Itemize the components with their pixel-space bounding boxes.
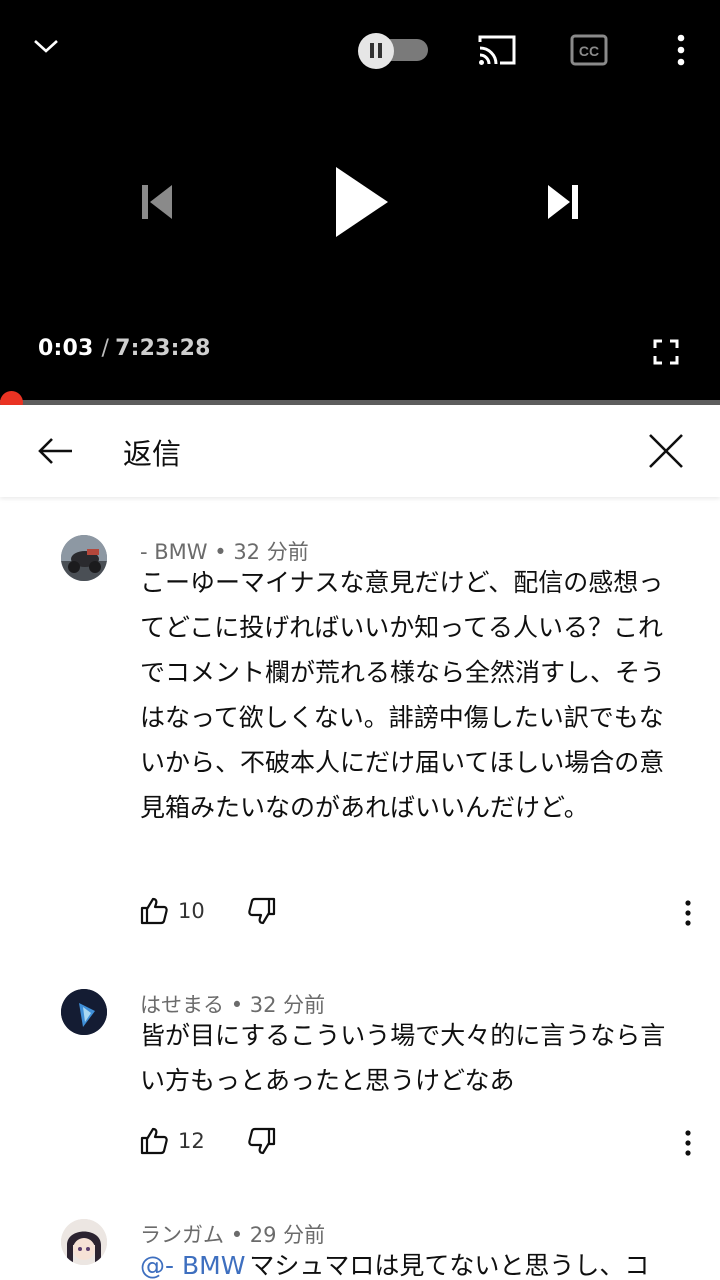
avatar[interactable]	[61, 989, 107, 1035]
skip-previous-icon[interactable]	[132, 178, 180, 226]
avatar[interactable]	[61, 535, 107, 581]
cast-icon[interactable]	[474, 30, 520, 70]
svg-text:CC: CC	[579, 43, 599, 59]
replies-title: 返信	[123, 437, 182, 471]
play-icon[interactable]	[324, 160, 396, 244]
current-time: 0:03	[38, 336, 94, 361]
video-player[interactable]: CC 0:03 /7:23:28	[0, 0, 720, 402]
more-vert-icon[interactable]	[668, 30, 694, 70]
comment-more-icon[interactable]	[678, 1127, 698, 1159]
comment-text: こーゆーマイナスな意見だけど、配信の感想ってどこに投げればいいか知ってる人いる？…	[140, 568, 666, 822]
like-count: 10	[178, 899, 205, 923]
fullscreen-icon[interactable]	[650, 336, 682, 368]
comment-text: @- BMW マシュマロは見てないと思うし、コ	[140, 1243, 685, 1280]
autoplay-toggle[interactable]	[358, 33, 430, 69]
replies-header: 返信	[0, 405, 720, 497]
mention-link[interactable]: @- BMW	[140, 1251, 245, 1280]
duration: 7:23:28	[115, 336, 211, 361]
time-separator: /	[101, 336, 110, 361]
comment-text-body: マシュマロは見てないと思うし、コ	[249, 1251, 650, 1280]
comment-actions: 12	[138, 1123, 698, 1163]
like-count: 12	[178, 1129, 205, 1153]
captions-icon[interactable]: CC	[568, 31, 610, 69]
comment-text: 皆が目にするこういう場で大々的に言うなら言い方もっとあったと思うけどなあ	[140, 1021, 666, 1095]
like-icon[interactable]	[138, 1125, 170, 1157]
reply-list[interactable]: - BMW • 32 分前 こーゆーマイナスな意見だけど、配信の感想ってどこに投…	[0, 498, 720, 1280]
time-display: 0:03 /7:23:28	[38, 336, 211, 361]
chevron-down-icon[interactable]	[28, 30, 64, 62]
comment-actions: 10	[138, 893, 698, 933]
avatar[interactable]	[61, 1219, 107, 1265]
arrow-back-icon[interactable]	[34, 432, 76, 470]
dislike-icon[interactable]	[246, 1125, 278, 1157]
pause-icon	[358, 33, 394, 69]
skip-next-icon[interactable]	[540, 178, 588, 226]
like-icon[interactable]	[138, 895, 170, 927]
close-icon[interactable]	[646, 431, 686, 471]
dislike-icon[interactable]	[246, 895, 278, 927]
comment-more-icon[interactable]	[678, 897, 698, 929]
